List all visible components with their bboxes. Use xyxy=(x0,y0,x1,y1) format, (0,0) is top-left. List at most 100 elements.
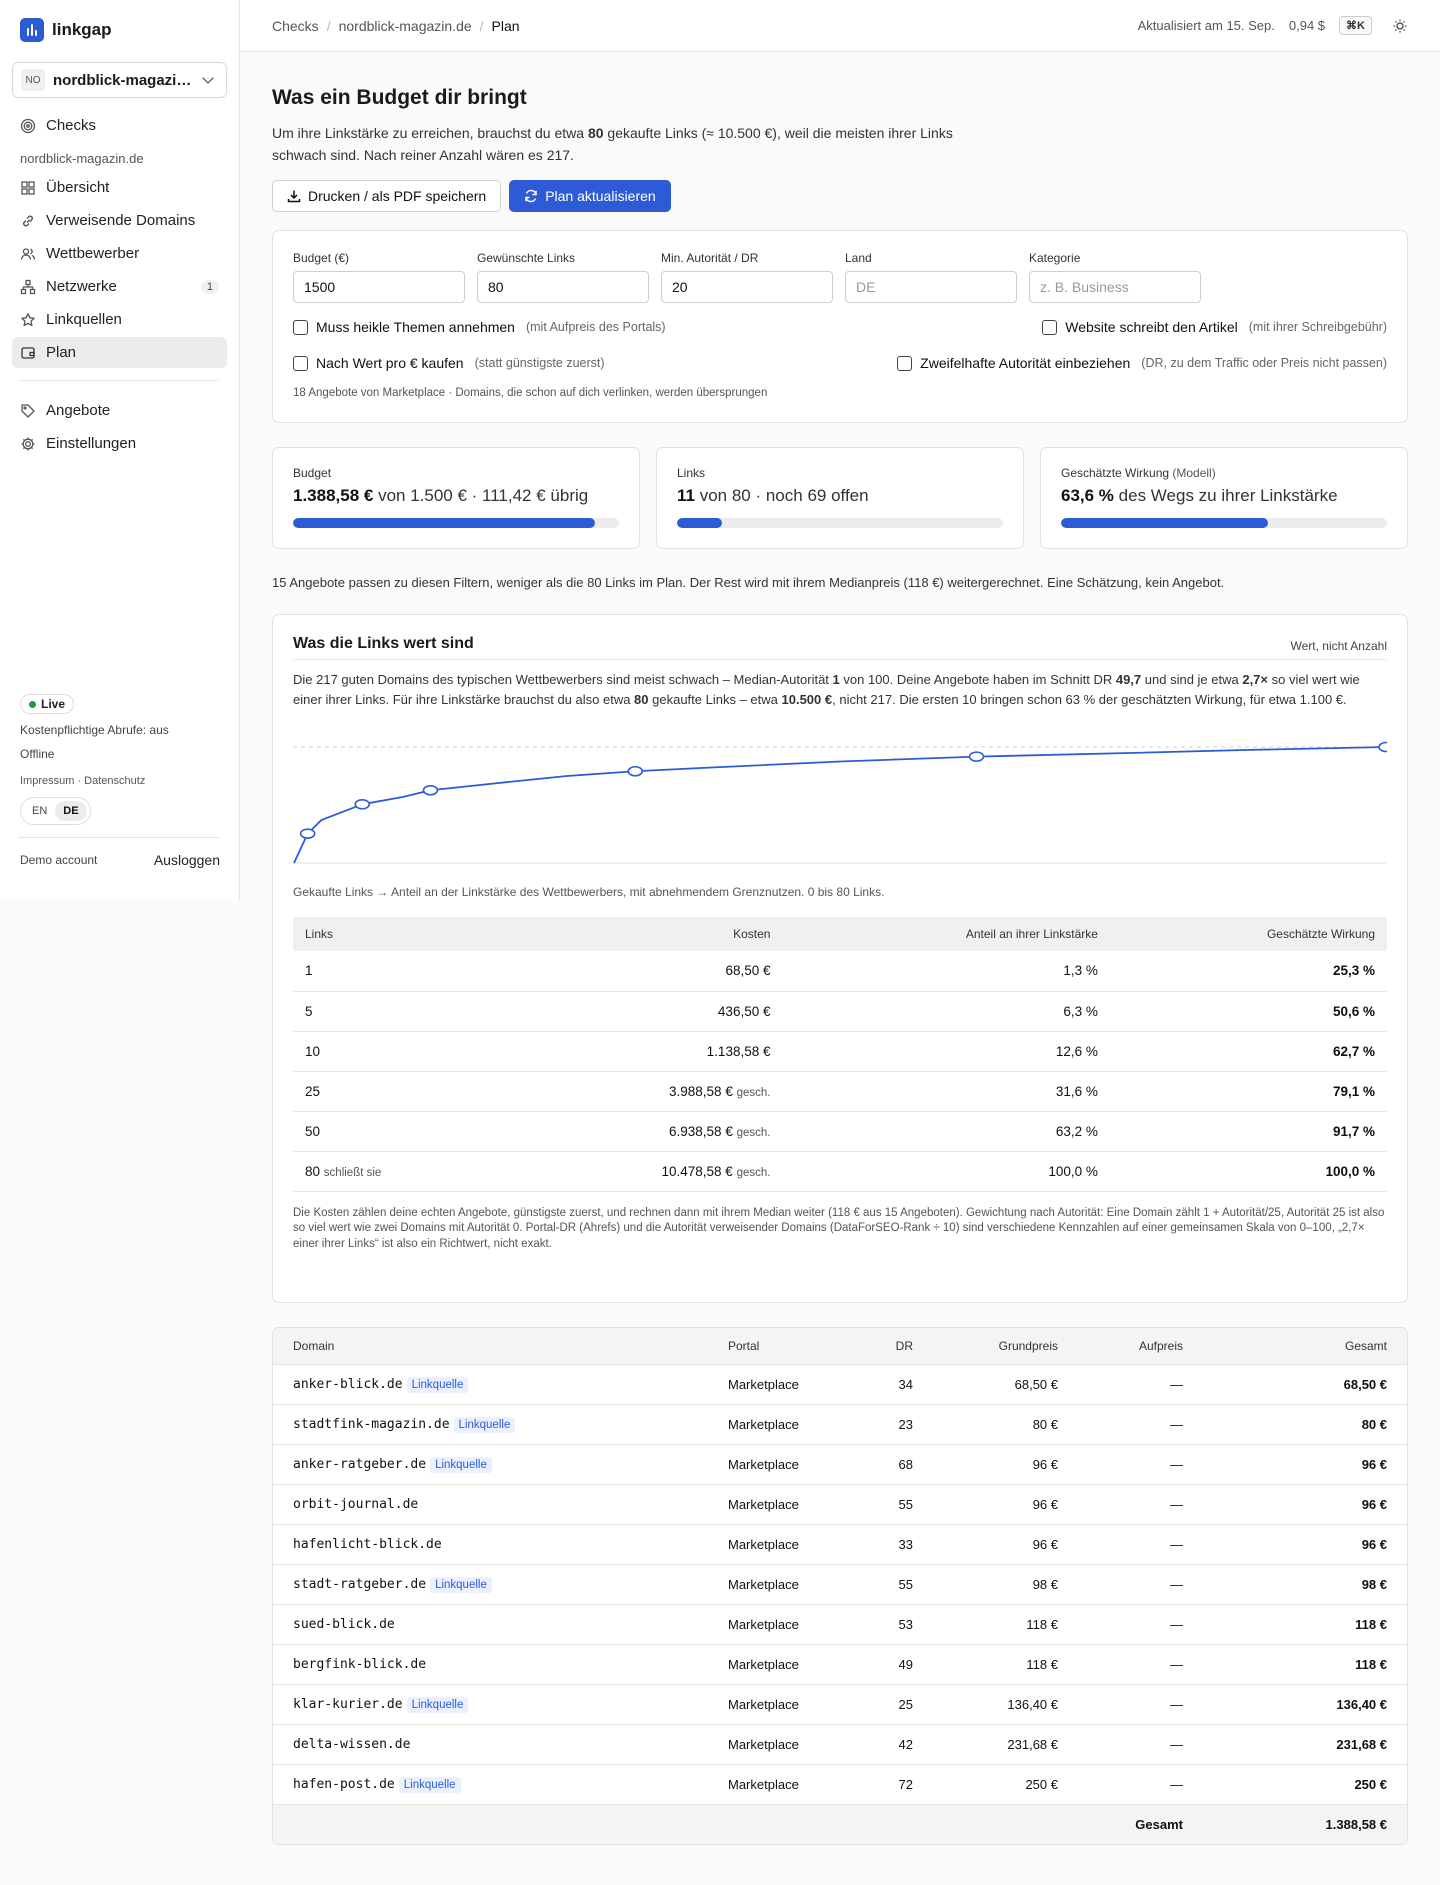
site-writes-checkbox[interactable]: Website schreibt den Artikel (mit ihrer S… xyxy=(1042,319,1387,335)
table-row[interactable]: stadt-ratgeber.de Linkquelle Marketplace 55… xyxy=(273,1564,1407,1605)
sensitive-topics-checkbox[interactable]: Muss heikle Themen annehmen (mit Aufpreis… xyxy=(293,319,666,335)
column-header[interactable]: Domain xyxy=(273,1328,708,1365)
cost-cell: 1.138,58 € xyxy=(503,1031,783,1072)
surcharge-cell: — xyxy=(1078,1644,1203,1685)
total-label: Gesamt xyxy=(273,1804,1203,1844)
offline-toggle[interactable]: Offline xyxy=(20,747,220,761)
column-header[interactable]: Portal xyxy=(708,1328,868,1365)
tag-icon xyxy=(20,403,36,419)
sidebar-item-networks[interactable]: Netzwerke 1 xyxy=(12,271,227,302)
sidebar-item-plan[interactable]: Plan xyxy=(12,337,227,368)
total-cell: 80 € xyxy=(1203,1404,1407,1445)
site-badge: NO xyxy=(21,69,45,91)
dr-cell: 53 xyxy=(868,1604,933,1645)
domain-name[interactable]: klar-kurier.de xyxy=(293,1697,403,1712)
table-row[interactable]: delta-wissen.de Marketplace 42 231,68 € —231… xyxy=(273,1724,1407,1765)
main-content: Was ein Budget dir bringt Um ihre Linkst… xyxy=(272,52,1408,1845)
lang-de-button[interactable]: DE xyxy=(55,801,87,821)
sidebar-item-overview[interactable]: Übersicht xyxy=(12,172,227,203)
country-input[interactable]: DE xyxy=(845,271,1017,303)
page-title: Was ein Budget dir bringt xyxy=(272,86,527,109)
breadcrumb: Checks / nordblick-magazin.de / Plan xyxy=(272,18,1138,34)
sidebar-divider xyxy=(20,380,219,381)
sidebar-item-label: Checks xyxy=(46,117,97,134)
category-input[interactable]: z. B. Business xyxy=(1029,271,1201,303)
portal-cell: Marketplace xyxy=(708,1564,868,1605)
chart-title: Was die Links wert sind xyxy=(293,635,474,652)
domain-cell: hafen-post.de Linkquelle xyxy=(273,1764,708,1805)
site-selector[interactable]: NO nordblick-magazin.de xyxy=(12,62,227,98)
domain-name[interactable]: stadt-ratgeber.de xyxy=(293,1577,426,1592)
share-cell: 6,3 % xyxy=(782,991,1110,1032)
portal-cell: Marketplace xyxy=(708,1764,868,1805)
domain-name[interactable]: hafen-post.de xyxy=(293,1777,395,1792)
domain-name[interactable]: orbit-journal.de xyxy=(293,1497,418,1512)
total-cell: 231,68 € xyxy=(1203,1724,1407,1765)
domain-name[interactable]: bergfink-blick.de xyxy=(293,1657,426,1672)
sidebar-item-offers[interactable]: Angebote xyxy=(12,395,227,426)
column-header[interactable]: Gesamt xyxy=(1203,1328,1407,1365)
print-button[interactable]: Drucken / als PDF speichern xyxy=(272,180,502,212)
table-row[interactable]: anker-blick.de Linkquelle Marketplace 34 68,… xyxy=(273,1364,1407,1405)
column-header[interactable]: Grundpreis xyxy=(933,1328,1078,1365)
domain-name[interactable]: anker-ratgeber.de xyxy=(293,1457,426,1472)
base-price-cell: 136,40 € xyxy=(933,1684,1078,1725)
dubious-authority-checkbox[interactable]: Zweifelhafte Autorität einbeziehen (DR, z… xyxy=(897,355,1387,371)
breadcrumb-item-checks[interactable]: Checks xyxy=(272,18,319,34)
total-cell: 118 € xyxy=(1203,1604,1407,1645)
domain-name[interactable]: stadtfink-magazin.de xyxy=(293,1417,450,1432)
dr-cell: 68 xyxy=(868,1444,933,1485)
domain-name[interactable]: sued-blick.de xyxy=(293,1617,395,1632)
command-palette-button[interactable]: ⌘K xyxy=(1339,16,1372,35)
lang-en-button[interactable]: EN xyxy=(24,801,55,821)
domain-name[interactable]: delta-wissen.de xyxy=(293,1737,410,1752)
refresh-plan-button[interactable]: Plan aktualisieren xyxy=(509,180,671,212)
api-cost: 0,94 $ xyxy=(1288,18,1326,33)
sidebar-item-settings[interactable]: Einstellungen xyxy=(12,428,227,459)
legal-links[interactable]: Impressum · Datenschutz xyxy=(20,775,220,787)
table-row[interactable]: hafenlicht-blick.de Marketplace 33 96 € —96 … xyxy=(273,1524,1407,1565)
network-icon xyxy=(20,279,36,295)
logo[interactable]: linkgap xyxy=(12,16,227,44)
chart-description: Die 217 guten Domains des typischen Wett… xyxy=(293,672,1360,707)
links-cell: 50 xyxy=(293,1111,504,1152)
links-label: Gewünschte Links xyxy=(477,251,576,265)
stat-title: Links xyxy=(677,466,706,480)
column-header[interactable]: DR xyxy=(868,1328,933,1365)
budget-progress-bar xyxy=(293,518,619,528)
min-dr-input[interactable]: 20 xyxy=(661,271,833,303)
table-row[interactable]: sued-blick.de Marketplace 53 118 € —118 € xyxy=(273,1604,1407,1645)
print-button-label: Drucken / als PDF speichern xyxy=(308,188,487,204)
table-row[interactable]: hafen-post.de Linkquelle Marketplace 72 250 … xyxy=(273,1764,1407,1805)
breadcrumb-item-site[interactable]: nordblick-magazin.de xyxy=(339,18,472,34)
column-header[interactable]: Aufpreis xyxy=(1078,1328,1203,1365)
domain-name[interactable]: hafenlicht-blick.de xyxy=(293,1537,442,1552)
theme-toggle-icon[interactable] xyxy=(1392,18,1408,34)
stat-value: 63,6 % des Wegs zu ihrer Linkstärke xyxy=(1061,486,1338,505)
sidebar-item-competitors[interactable]: Wettbewerber xyxy=(12,238,227,269)
filters-note: 18 Angebote von Marketplace · Domains, d… xyxy=(293,387,768,399)
link-source-tag: Linkquelle xyxy=(398,1776,461,1793)
account-name: Demo account xyxy=(20,853,98,867)
table-row[interactable]: orbit-journal.de Marketplace 55 96 € —96 € xyxy=(273,1484,1407,1525)
budget-input[interactable]: 1500 xyxy=(293,271,465,303)
portal-cell: Marketplace xyxy=(708,1404,868,1445)
table-row[interactable]: anker-ratgeber.de Linkquelle Marketplace 68… xyxy=(273,1444,1407,1485)
curve-point-10-links xyxy=(422,784,439,796)
site-name: nordblick-magazin.de xyxy=(53,71,196,89)
domain-cell: stadt-ratgeber.de Linkquelle xyxy=(273,1564,708,1605)
table-row[interactable]: stadtfink-magazin.de Linkquelle Marketplac… xyxy=(273,1404,1407,1445)
domain-name[interactable]: anker-blick.de xyxy=(293,1377,403,1392)
app-name: linkgap xyxy=(52,20,112,39)
surcharge-cell: — xyxy=(1078,1764,1203,1805)
value-per-euro-checkbox[interactable]: Nach Wert pro € kaufen (statt günstigste … xyxy=(293,355,605,371)
users-icon xyxy=(20,246,36,262)
logout-button[interactable]: Ausloggen xyxy=(154,852,220,868)
sidebar-item-link-sources[interactable]: Linkquellen xyxy=(12,304,227,335)
sidebar-item-referring-domains[interactable]: Verweisende Domains xyxy=(12,205,227,236)
links-input[interactable]: 80 xyxy=(477,271,649,303)
sidebar-item-checks[interactable]: Checks xyxy=(12,110,227,141)
table-row[interactable]: bergfink-blick.de Marketplace 49 118 € —118 … xyxy=(273,1644,1407,1685)
link-icon xyxy=(20,213,36,229)
table-row[interactable]: klar-kurier.de Linkquelle Marketplace 25 136… xyxy=(273,1684,1407,1725)
